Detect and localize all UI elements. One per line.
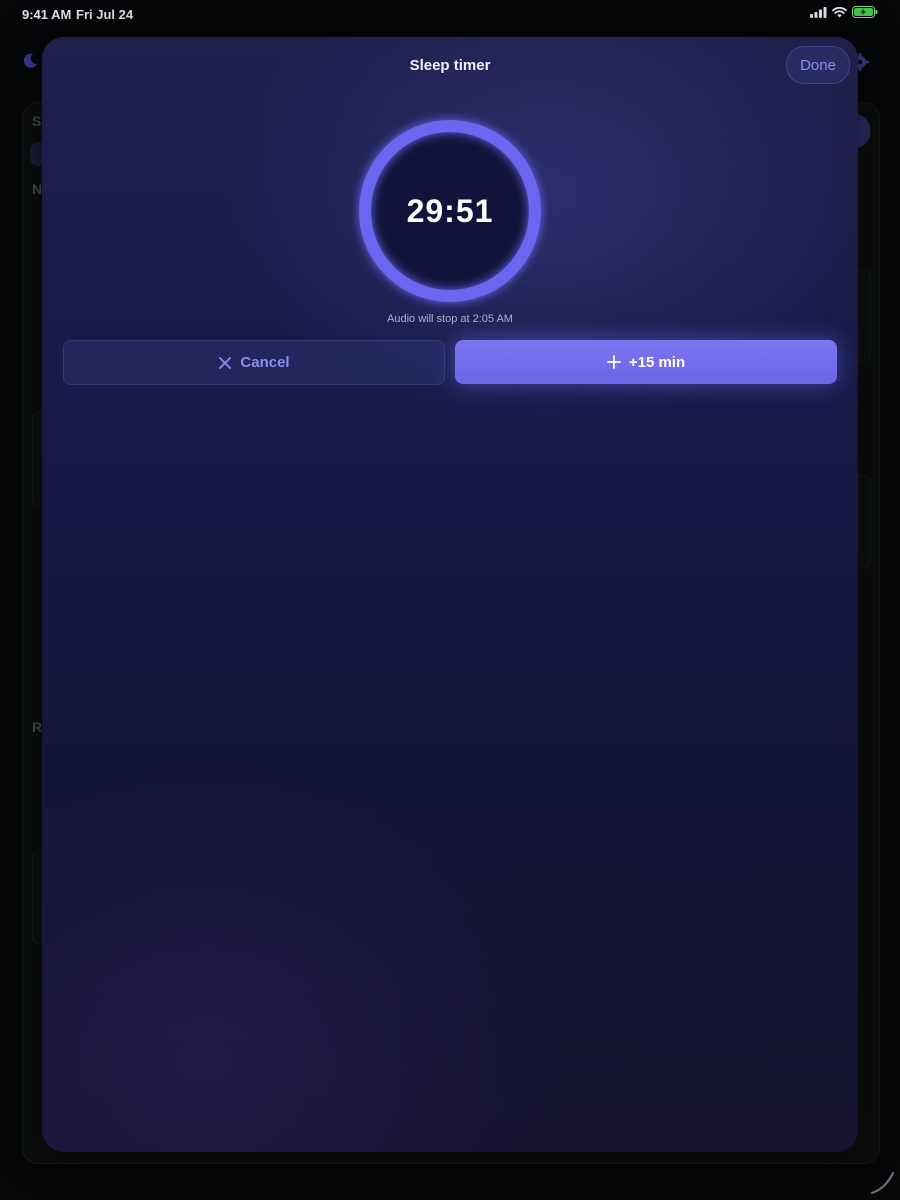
add-15-min-button[interactable]: +15 min (455, 340, 837, 384)
plus-icon (606, 355, 621, 369)
cancel-label: Cancel (240, 354, 290, 371)
add-label: +15 min (628, 353, 686, 371)
cellular-signal-icon (810, 6, 827, 18)
close-icon (218, 356, 232, 370)
background-section-letter: R (32, 719, 43, 735)
countdown-text: 29:51 (406, 192, 494, 229)
background-section-letter: S (32, 113, 42, 129)
sheet-title: Sleep timer (409, 57, 491, 74)
stop-time-text: Audio will stop at 2:05 AM (387, 313, 513, 325)
status-time: 9:41 AM (22, 7, 72, 22)
moon-icon (21, 52, 39, 70)
wifi-icon (832, 6, 847, 18)
status-bar: 9:41 AM Fri Jul 24 (0, 0, 900, 28)
sleep-timer-sheet: Sleep timer Done 29:51 Audio will stop a… (42, 37, 858, 1152)
status-date: Fri Jul 24 (76, 7, 134, 22)
timer-ring: 29:51 (352, 113, 548, 309)
battery-charging-icon (852, 6, 878, 18)
cancel-button[interactable]: Cancel (63, 340, 445, 385)
done-button[interactable]: Done (786, 46, 850, 84)
background-section-letter: N (32, 181, 43, 197)
home-indicator-icon (868, 1170, 896, 1196)
status-icons (810, 6, 878, 18)
